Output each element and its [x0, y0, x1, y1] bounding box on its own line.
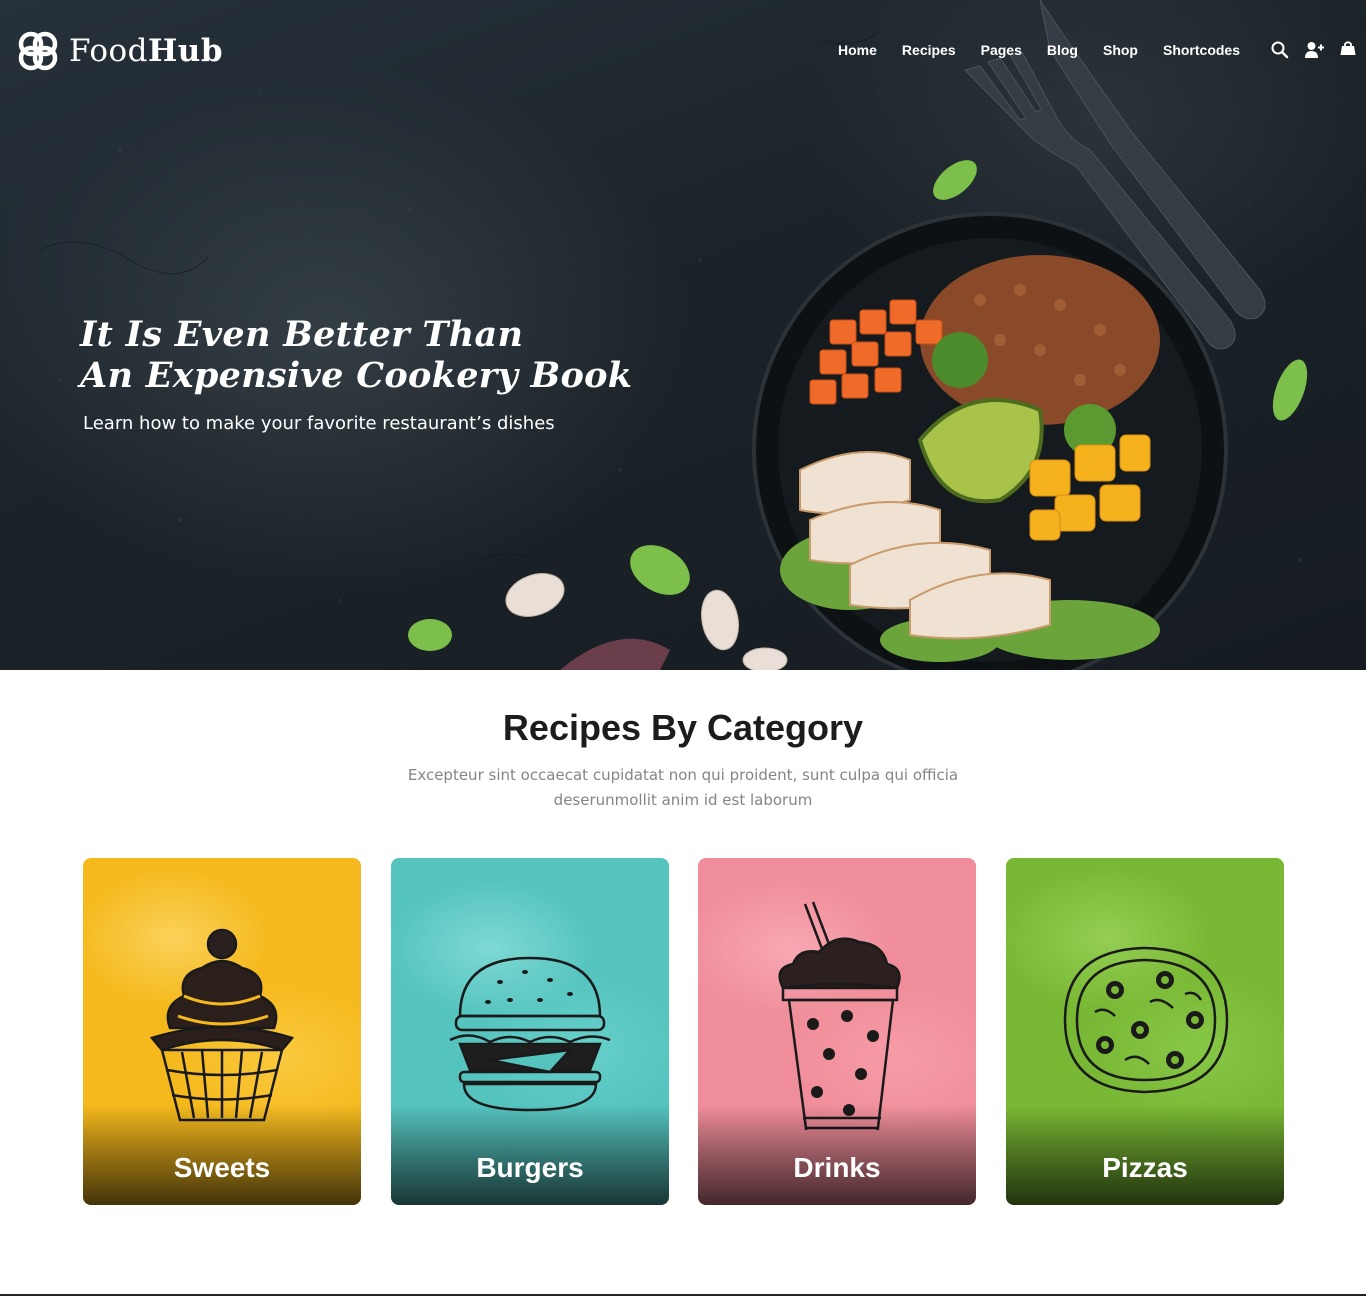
- category-cards: Sweets Burgers Drinks Pizzas: [83, 858, 1284, 1205]
- section-description: Excepteur sint occaecat cupidatat non qu…: [407, 766, 959, 809]
- category-label: Sweets: [173, 1152, 271, 1183]
- hero-title-line-2: An Expensive Cookery Book: [80, 355, 633, 396]
- footer-divider: [0, 1294, 1366, 1296]
- hero-title: It Is Even Better Than An Expensive Cook…: [80, 314, 700, 396]
- nav-shortcodes[interactable]: Shortcodes: [1163, 38, 1240, 62]
- hero-copy: It Is Even Better Than An Expensive Cook…: [80, 314, 700, 436]
- nav-recipes[interactable]: Recipes: [902, 38, 956, 62]
- category-card-sweets[interactable]: Sweets: [83, 858, 361, 1205]
- category-label: Drinks: [793, 1152, 881, 1183]
- section-title: Recipes By Category: [502, 707, 864, 748]
- nav-pages[interactable]: Pages: [981, 38, 1022, 62]
- nav-home[interactable]: Home: [838, 38, 877, 62]
- main-navigation: Home Recipes Pages Blog Shop Shortcodes: [838, 38, 1366, 62]
- cart-icon[interactable]: [1338, 40, 1358, 60]
- category-card-pizzas[interactable]: Pizzas: [1006, 858, 1284, 1205]
- hero-subtitle: Learn how to make your favorite restaura…: [83, 413, 555, 434]
- hero-title-line-1: It Is Even Better Than: [80, 314, 524, 355]
- milkshake-icon: [778, 901, 901, 1130]
- logo-wordmark: FoodHub: [69, 33, 224, 69]
- search-icon[interactable]: [1270, 40, 1290, 60]
- nav-icon-group: [1270, 40, 1358, 60]
- category-card-drinks[interactable]: Drinks: [698, 858, 976, 1205]
- site-logo[interactable]: FoodHub: [15, 28, 223, 74]
- hero-banner: FoodHub Home Recipes Pages Blog Shop Sho…: [0, 0, 1366, 670]
- burger-icon: [449, 956, 611, 1112]
- pizza-icon: [1063, 946, 1229, 1094]
- nav-shop[interactable]: Shop: [1103, 38, 1138, 62]
- category-label: Burgers: [476, 1152, 584, 1183]
- cupcake-icon: [149, 928, 295, 1122]
- category-label: Pizzas: [1102, 1152, 1188, 1183]
- nav-blog[interactable]: Blog: [1047, 38, 1078, 62]
- category-card-burgers[interactable]: Burgers: [391, 858, 669, 1205]
- logo-knot-icon: [18, 31, 58, 71]
- add-user-icon[interactable]: [1304, 40, 1324, 60]
